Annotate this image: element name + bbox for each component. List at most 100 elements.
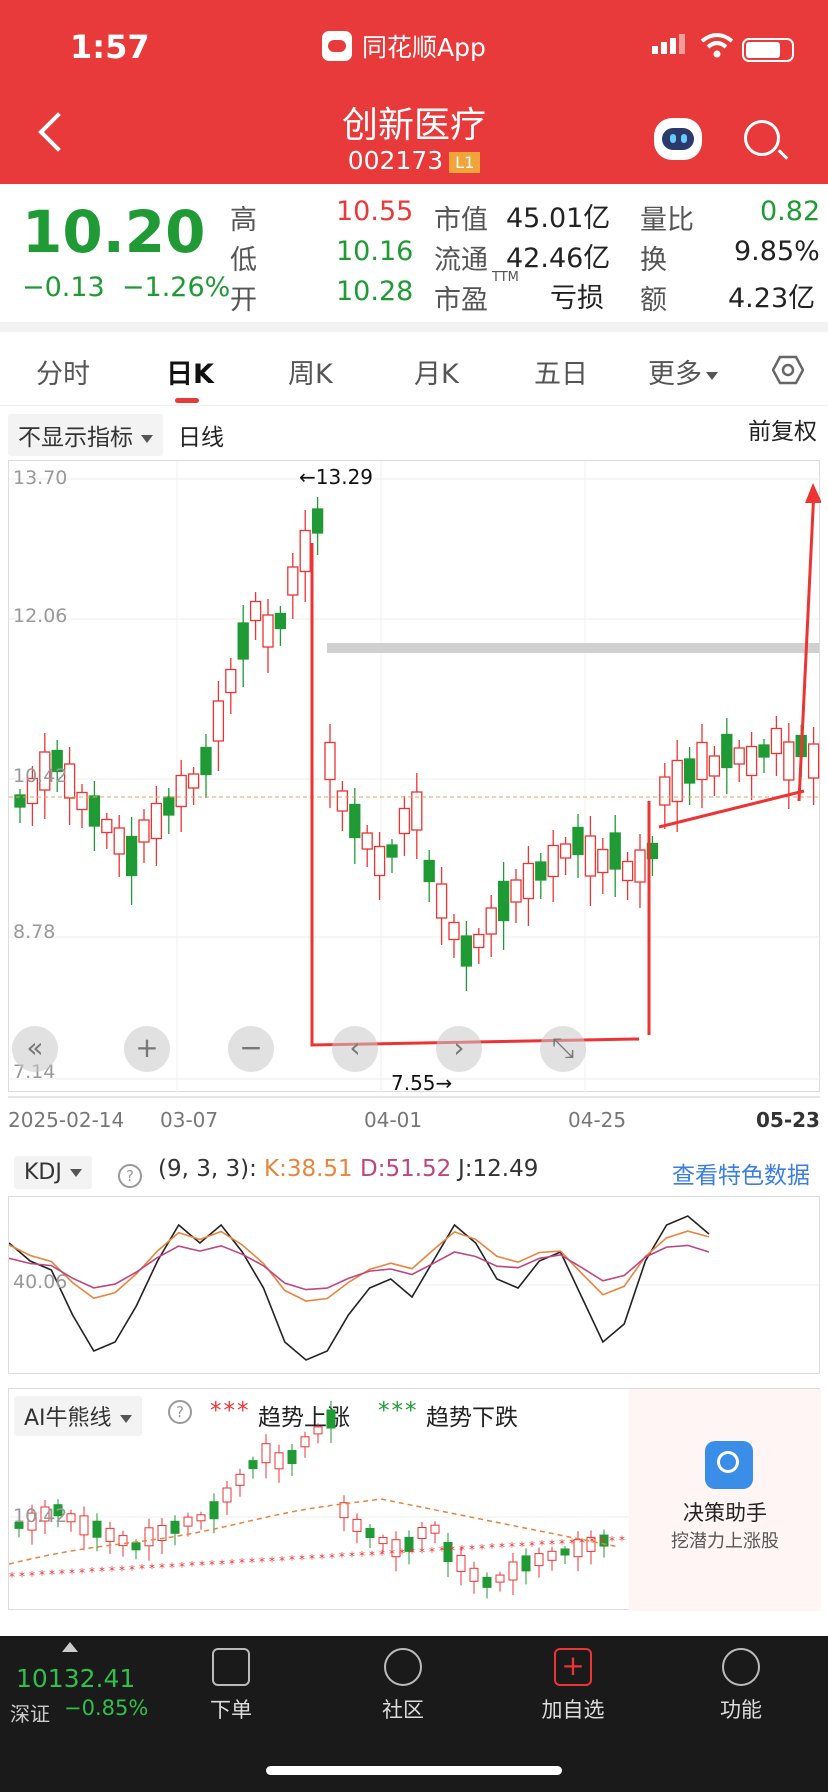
- kdj-selector[interactable]: KDJ: [14, 1156, 92, 1189]
- candle-body: [411, 791, 423, 831]
- scroll-left-fast-button[interactable]: «: [12, 1026, 58, 1072]
- expand-up-icon[interactable]: [62, 1642, 78, 1652]
- tab-more[interactable]: 更多: [648, 352, 718, 391]
- nav-add-watchlist[interactable]: + 加自选: [518, 1648, 628, 1724]
- trend-star-marker: *: [619, 1533, 625, 1547]
- trend-star-marker: *: [319, 1551, 325, 1565]
- zoom-out-button[interactable]: −: [228, 1026, 274, 1072]
- ai-candle-body: [66, 1513, 76, 1523]
- candle-body: [398, 807, 411, 835]
- nav-functions[interactable]: 功能: [686, 1648, 796, 1724]
- trend-star-marker: *: [419, 1545, 425, 1559]
- candle-body: [225, 668, 237, 694]
- tab-five-day[interactable]: 五日: [534, 352, 588, 391]
- vr-label: 量比: [640, 205, 694, 236]
- assistant-robot-icon[interactable]: [654, 118, 702, 160]
- trend-star-marker: *: [339, 1550, 345, 1564]
- vr-value: 0.82: [760, 196, 821, 227]
- trend-star-marker: *: [379, 1548, 385, 1562]
- kdj-chart[interactable]: 40.06: [8, 1196, 821, 1374]
- trend-star-marker: *: [549, 1538, 555, 1552]
- change-pct: −1.26%: [121, 272, 231, 303]
- trend-star-marker: *: [469, 1542, 475, 1556]
- candle-body: [597, 848, 609, 874]
- index-value[interactable]: 10132.41: [16, 1664, 135, 1693]
- tab-weekly[interactable]: 周K: [288, 352, 333, 391]
- ai-chart[interactable]: * * * * * * * * * * * * * * * * * * * * * * * * * * * * * * * * * * * * * * * *…: [8, 1388, 821, 1611]
- candle-body: [324, 741, 336, 781]
- candle-body: [559, 843, 572, 859]
- trend-star-marker: *: [129, 1563, 135, 1577]
- trend-star-marker: *: [519, 1539, 525, 1553]
- app-logo-icon: [322, 31, 352, 61]
- tab-daily[interactable]: 日K: [166, 352, 214, 391]
- nav-community[interactable]: 社区: [348, 1648, 458, 1724]
- candle-body: [572, 826, 584, 856]
- adjust-toggle[interactable]: 前复权: [748, 412, 817, 446]
- kline-chart[interactable]: 13.70 12.06 10.42 8.78 7.14 ←13.29 7.55→: [8, 460, 821, 1095]
- chevron-down-icon: [706, 371, 718, 380]
- ai-candle-body: [313, 1426, 323, 1435]
- search-icon[interactable]: [744, 120, 780, 156]
- candle-body: [249, 600, 262, 622]
- candle-body: [745, 745, 758, 777]
- trend-star-marker: *: [229, 1557, 235, 1571]
- candle-body: [274, 612, 287, 630]
- trend-star-marker: *: [369, 1548, 375, 1562]
- stock-code: 002173 L1: [0, 146, 828, 175]
- help-icon[interactable]: ?: [118, 1164, 142, 1188]
- trend-star-marker: *: [349, 1550, 355, 1564]
- candle-body: [609, 832, 621, 870]
- order-icon: [212, 1648, 250, 1686]
- date-ruler: [8, 1096, 820, 1098]
- scroll-left-button[interactable]: ‹: [332, 1026, 378, 1072]
- trend-star-marker: *: [459, 1543, 465, 1557]
- nav-order[interactable]: 下单: [176, 1648, 286, 1724]
- ai-candle-body: [170, 1520, 180, 1534]
- ai-candle-body: [534, 1553, 544, 1567]
- trend-star-marker: *: [139, 1562, 145, 1576]
- assistant-card[interactable]: 决策助手 挖潜力上涨股: [629, 1389, 821, 1611]
- fullscreen-button[interactable]: ⤡: [540, 1026, 586, 1072]
- trend-star-marker: *: [489, 1541, 495, 1555]
- candle-body: [473, 933, 485, 949]
- candle-body: [423, 859, 435, 883]
- ai-candle-body: [118, 1535, 128, 1547]
- trend-star-marker: *: [479, 1542, 485, 1556]
- trend-star-marker: *: [579, 1536, 585, 1550]
- open-label: 开: [230, 285, 257, 316]
- tab-minute[interactable]: 分时: [36, 352, 90, 391]
- indicator-selector[interactable]: 不显示指标: [8, 414, 163, 456]
- trend-star-marker: *: [589, 1535, 595, 1549]
- period-tabs: 分时 日K 周K 月K 五日 更多: [0, 340, 828, 406]
- candle-body: [311, 508, 324, 534]
- candle-body: [659, 776, 671, 806]
- nav-add-label: 加自选: [541, 1698, 605, 1722]
- ai-candle-body: [287, 1450, 297, 1464]
- ai-candle-body: [248, 1460, 258, 1470]
- scroll-right-button[interactable]: ›: [436, 1026, 482, 1072]
- zoom-in-button[interactable]: +: [124, 1026, 170, 1072]
- kdj-d-line: [9, 1244, 710, 1291]
- turnover-label: 换: [640, 245, 667, 276]
- trend-star-marker: *: [269, 1554, 275, 1568]
- candle-body: [522, 862, 535, 900]
- ai-candle-body: [430, 1524, 440, 1534]
- trend-star-marker: *: [189, 1559, 195, 1573]
- trend-star-marker: *: [59, 1567, 65, 1581]
- candle-body: [621, 860, 634, 882]
- feature-data-link[interactable]: 查看特色数据: [672, 1156, 810, 1190]
- nav-community-label: 社区: [382, 1698, 424, 1722]
- tab-monthly[interactable]: 月K: [414, 352, 459, 391]
- candle-body: [200, 746, 212, 776]
- candle-body: [373, 845, 386, 877]
- app-badge: 同花顺App: [322, 28, 486, 64]
- date-label: 05-23: [756, 1108, 820, 1132]
- change-value: −0.13: [22, 272, 105, 303]
- settings-hex-icon[interactable]: [772, 354, 804, 386]
- y-tick-label: 12.06: [13, 605, 68, 627]
- trend-star-marker: *: [289, 1553, 295, 1567]
- trend-star-marker: *: [259, 1555, 265, 1569]
- trend-star-marker: *: [429, 1545, 435, 1559]
- trend-star-marker: *: [389, 1547, 395, 1561]
